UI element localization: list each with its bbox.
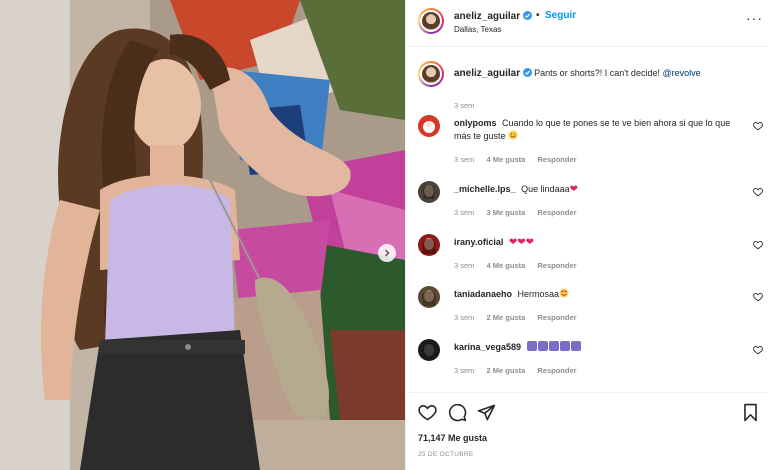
likes-count[interactable]: 71,147 Me gusta — [418, 433, 487, 443]
red-heart-emoji-icon: ❤ — [569, 184, 578, 195]
location-link[interactable]: Dallas, Texas — [454, 25, 501, 34]
reply-button[interactable]: Responder — [537, 261, 576, 270]
caption-text: Pants or shorts?! I can't decide! — [534, 68, 660, 78]
commenter-avatar[interactable] — [418, 115, 440, 137]
caption-text-line: aneliz_aguilar Pants or shorts?! I can't… — [454, 68, 701, 79]
photo-scene — [0, 0, 405, 470]
symbol-emoji-icon — [537, 341, 548, 351]
commenter-avatar[interactable] — [418, 181, 440, 203]
comment-meta: 3 sem 4 Me gusta Responder — [454, 155, 587, 164]
verified-badge-icon — [522, 68, 532, 77]
symbol-emoji-icon — [526, 341, 537, 351]
comment-time[interactable]: 3 sem — [454, 366, 474, 375]
chevron-right-icon — [385, 249, 390, 257]
next-photo-button[interactable] — [378, 244, 396, 262]
reply-button[interactable]: Responder — [537, 313, 576, 322]
comment-item: onlypoms Cuando lo que te pones se te ve… — [418, 115, 763, 165]
caption-username[interactable]: aneliz_aguilar — [454, 68, 520, 79]
post-side-panel: aneliz_aguilar • Seguir Dallas, Texas ··… — [405, 0, 768, 470]
comment-meta: 3 sem 2 Me gusta Responder — [454, 313, 587, 322]
comment-likes[interactable]: 2 Me gusta — [487, 366, 526, 375]
post-photo[interactable] — [0, 0, 405, 470]
caption-mention-link[interactable]: @revolve — [662, 68, 700, 78]
commenter-avatar[interactable] — [418, 339, 440, 361]
author-avatar[interactable] — [418, 8, 444, 34]
reply-button[interactable]: Responder — [537, 208, 576, 217]
follow-button[interactable]: Seguir — [545, 10, 576, 21]
red-heart-emoji-icon: ❤ — [508, 237, 518, 248]
share-paper-plane-icon[interactable] — [477, 403, 496, 422]
comment-meta: 3 sem 3 Me gusta Responder — [454, 208, 587, 217]
reply-button[interactable]: Responder — [537, 155, 576, 164]
comment-meta: 3 sem 4 Me gusta Responder — [454, 261, 587, 270]
comment-likes[interactable]: 4 Me gusta — [487, 155, 526, 164]
like-heart-icon[interactable] — [418, 403, 437, 422]
comments-list[interactable]: aneliz_aguilar Pants or shorts?! I can't… — [406, 47, 768, 392]
verified-badge-icon — [523, 11, 532, 20]
comment-bubble-icon[interactable] — [448, 403, 467, 422]
post-actions: 71,147 Me gusta 25 DE OCTUBRE — [406, 392, 768, 470]
comment-item: irany.oficial ❤❤❤ 3 sem 4 Me gusta Respo… — [418, 234, 763, 284]
symbol-emoji-icon — [548, 341, 559, 351]
comment-username[interactable]: onlypoms — [454, 118, 497, 128]
comment-time[interactable]: 3 sem — [454, 208, 474, 217]
comment-text-block: _michelle.lps_ Que lindaaa❤ — [454, 183, 744, 196]
like-comment-heart-icon[interactable] — [753, 187, 763, 197]
grinning-sweat-emoji-icon — [508, 130, 518, 140]
red-heart-emoji-icon: ❤ — [525, 237, 535, 248]
comment-username[interactable]: _michelle.lps_ — [454, 184, 516, 194]
reply-button[interactable]: Responder — [537, 366, 576, 375]
more-options-icon[interactable]: ··· — [746, 11, 763, 25]
post-header: aneliz_aguilar • Seguir Dallas, Texas ··… — [406, 0, 768, 47]
comment-text: Hermosaa — [517, 289, 560, 299]
symbol-emoji-icon — [570, 341, 581, 351]
caption-author-avatar[interactable] — [418, 61, 444, 87]
like-comment-heart-icon[interactable] — [753, 121, 763, 131]
author-username[interactable]: aneliz_aguilar — [454, 11, 520, 22]
post-date[interactable]: 25 DE OCTUBRE — [418, 451, 474, 458]
like-comment-heart-icon[interactable] — [753, 240, 763, 250]
comment-text: Que lindaaa — [521, 184, 570, 194]
comment-text-block: onlypoms Cuando lo que te pones se te ve… — [454, 117, 744, 143]
comment-username[interactable]: karina_vega589 — [454, 342, 521, 352]
commenter-avatar[interactable] — [418, 286, 440, 308]
comment-time[interactable]: 3 sem — [454, 313, 474, 322]
comment-likes[interactable]: 2 Me gusta — [487, 313, 526, 322]
comment-likes[interactable]: 3 Me gusta — [487, 208, 526, 217]
save-bookmark-icon[interactable] — [742, 403, 759, 422]
comment-time[interactable]: 3 sem — [454, 261, 474, 270]
comment-username[interactable]: taniadanaeho — [454, 289, 512, 299]
comment-text-block: irany.oficial ❤❤❤ — [454, 236, 744, 249]
comment-time[interactable]: 3 sem — [454, 155, 474, 164]
comment-item: _michelle.lps_ Que lindaaa❤ 3 sem 3 Me g… — [418, 181, 763, 231]
comment-text-block: taniadanaeho Hermosaa — [454, 288, 744, 301]
comment-item: karina_vega589 3 sem 2 Me gusta Responde… — [418, 339, 763, 389]
like-comment-heart-icon[interactable] — [753, 345, 763, 355]
comment-username[interactable]: irany.oficial — [454, 237, 503, 247]
instagram-post: aneliz_aguilar • Seguir Dallas, Texas ··… — [0, 0, 768, 470]
heart-eyes-emoji-icon — [559, 288, 569, 298]
commenter-avatar[interactable] — [418, 234, 440, 256]
comment-likes[interactable]: 4 Me gusta — [487, 261, 526, 270]
separator-dot: • — [536, 10, 540, 21]
red-heart-emoji-icon: ❤ — [517, 237, 526, 248]
comment-meta: 3 sem 2 Me gusta Responder — [454, 366, 587, 375]
comment-item: taniadanaeho Hermosaa 3 sem 2 Me gusta R… — [418, 286, 763, 336]
like-comment-heart-icon[interactable] — [753, 292, 763, 302]
caption-time[interactable]: 3 sem — [454, 101, 474, 110]
comment-text-block: karina_vega589 — [454, 341, 744, 354]
symbol-emoji-icon — [559, 341, 570, 351]
